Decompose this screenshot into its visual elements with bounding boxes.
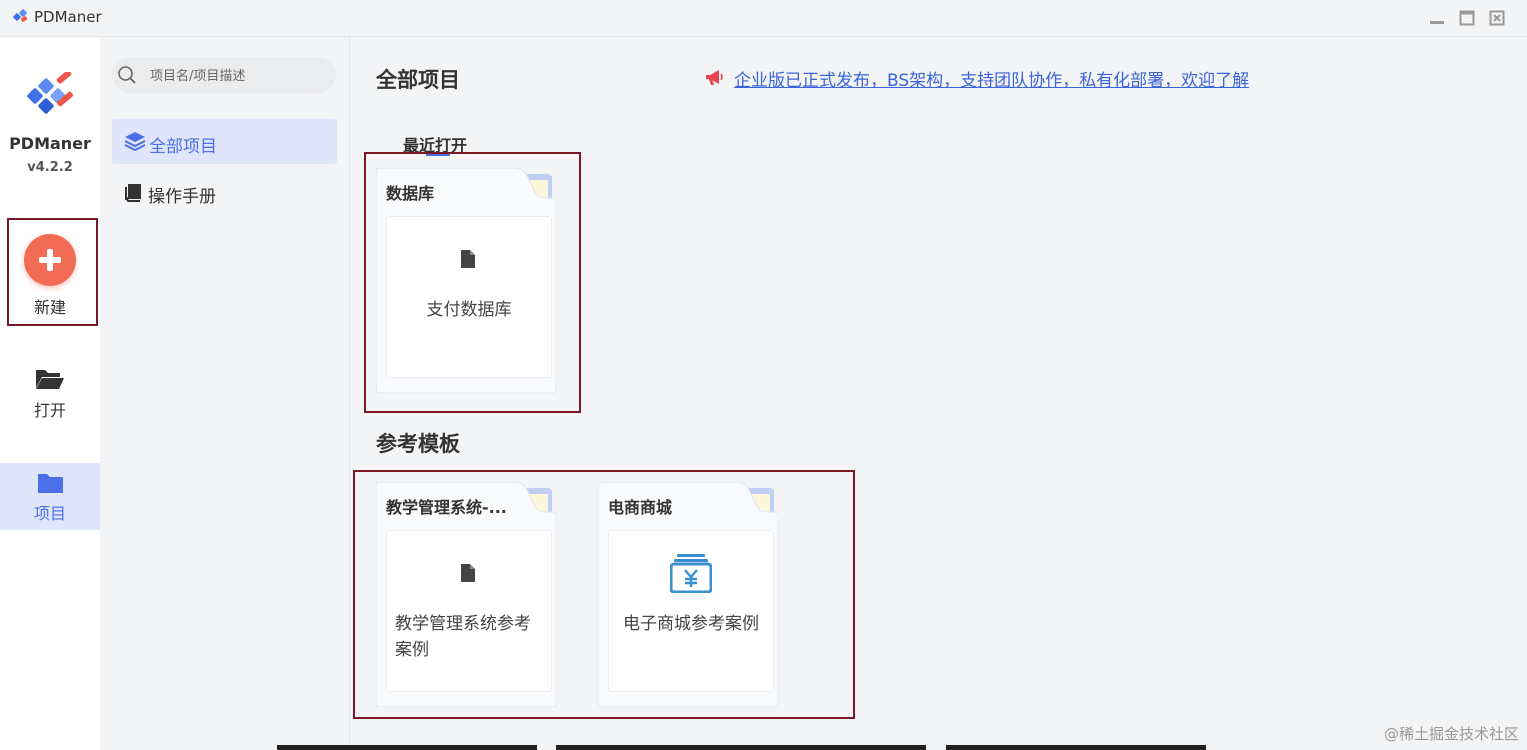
card-title: 教学管理系统-...	[386, 498, 507, 517]
template-card[interactable]: 教学管理系统-... 教学管理系统参考案例	[376, 482, 558, 709]
app-version: v4.2.2	[27, 160, 73, 175]
watermark: @稀土掘金技术社区	[1383, 725, 1519, 743]
file-icon	[461, 250, 475, 268]
card-body[interactable]: 电子商城参考案例	[608, 530, 774, 692]
search-icon	[118, 66, 136, 84]
yuan-register-icon	[670, 554, 712, 593]
search-box[interactable]	[112, 57, 336, 95]
card-title: 数据库	[386, 184, 435, 203]
title-bar: PDManer	[0, 0, 1527, 37]
card-title: 电商商城	[608, 498, 673, 517]
taskbar-fragment	[277, 745, 537, 750]
taskbar-fragment	[556, 745, 926, 750]
maximize-icon[interactable]	[1459, 10, 1475, 26]
nav-item-all-projects-label[interactable]: 全部项目	[149, 132, 217, 157]
window-title: PDManer	[34, 8, 102, 26]
card-body[interactable]: 教学管理系统参考案例	[386, 530, 552, 692]
rail-item-open-label[interactable]: 打开	[0, 397, 100, 421]
search-input[interactable]	[148, 57, 332, 95]
page-title: 全部项目	[376, 68, 460, 92]
project-card[interactable]: 数据库 支付数据库	[376, 168, 558, 395]
new-project-button[interactable]	[24, 234, 76, 286]
card-description: 电子商城参考案例	[623, 614, 759, 634]
card-description: 教学管理系统参考案例	[395, 614, 531, 660]
rail-item-project-label[interactable]: 项目	[0, 500, 100, 524]
book-icon	[125, 184, 141, 202]
minimize-icon[interactable]	[1429, 10, 1445, 26]
template-card[interactable]: 电商商城 电子商城参考案例	[598, 482, 780, 709]
close-icon[interactable]	[1489, 10, 1505, 26]
card-body[interactable]: 支付数据库	[386, 216, 552, 378]
app-logo-icon	[13, 9, 28, 22]
brand-logo-icon	[27, 72, 74, 114]
templates-section-title: 参考模板	[376, 432, 460, 456]
taskbar-fragment	[946, 745, 1206, 750]
rail-item-new-label[interactable]: 新建	[0, 294, 100, 318]
brand-name: PDManer	[9, 134, 91, 153]
nav-item-manual-label[interactable]: 操作手册	[148, 182, 216, 207]
folder-open-icon[interactable]	[35, 367, 65, 391]
folder-icon	[38, 474, 63, 493]
card-description: 支付数据库	[426, 300, 512, 320]
file-icon	[461, 564, 475, 582]
megaphone-icon	[706, 70, 723, 85]
layers-icon	[124, 132, 146, 151]
announcement-link[interactable]: 企业版已正式发布，BS架构，支持团队协作，私有化部署，欢迎了解	[734, 66, 1249, 91]
